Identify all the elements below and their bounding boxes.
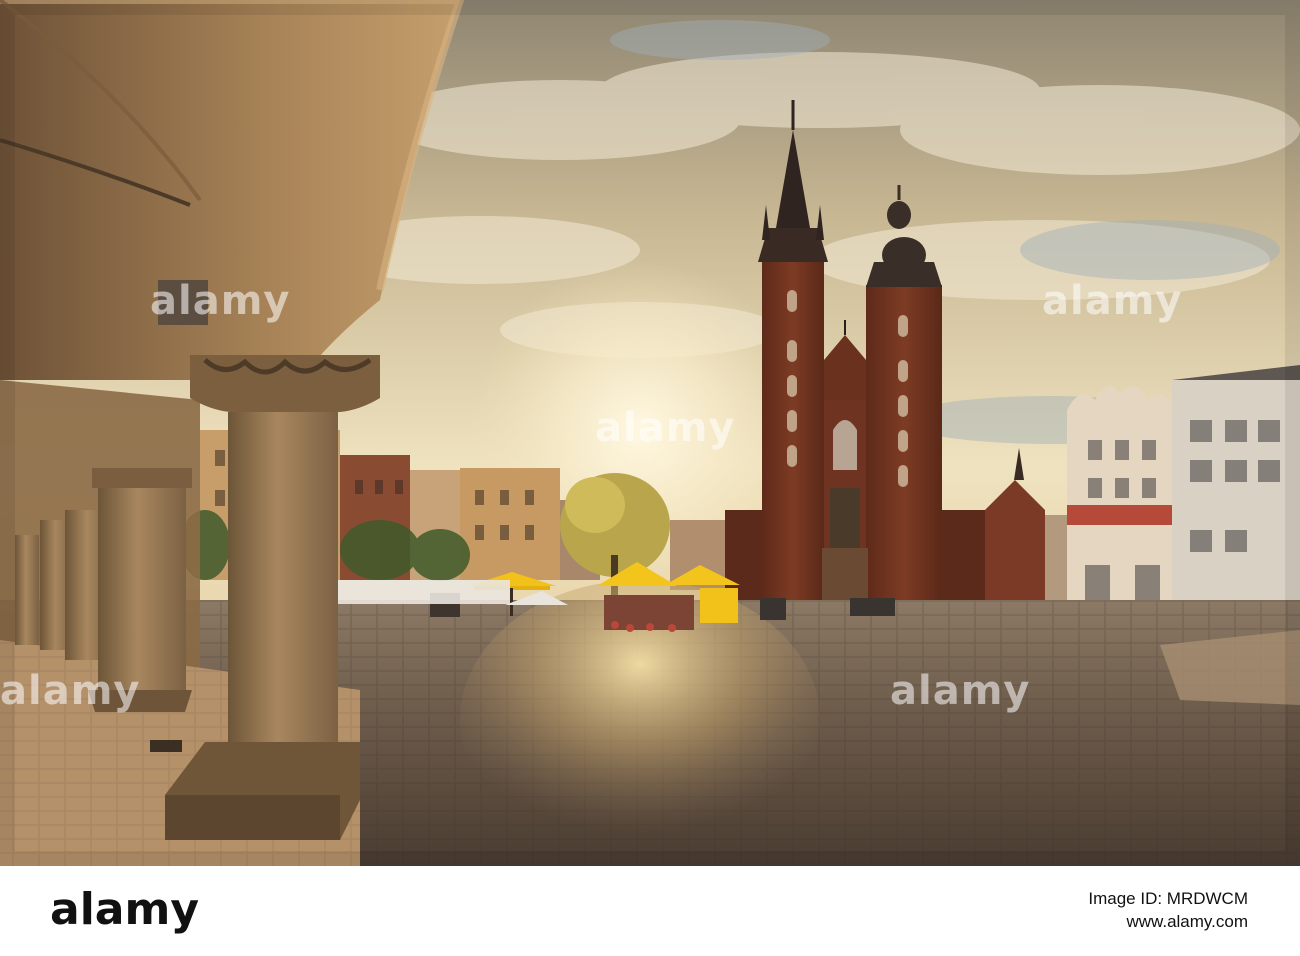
alamy-logo[interactable]: alamy	[50, 884, 199, 935]
footer-bar: alamy Image ID: MRDWCM www.alamy.com	[0, 866, 1300, 956]
site-url[interactable]: www.alamy.com	[1088, 910, 1248, 934]
market-square-photo	[0, 0, 1300, 866]
photo: alamy alamy alamy alamy alamy	[0, 0, 1300, 866]
footer-meta: Image ID: MRDWCM www.alamy.com	[1088, 888, 1248, 934]
image-id: Image ID: MRDWCM	[1088, 889, 1248, 908]
